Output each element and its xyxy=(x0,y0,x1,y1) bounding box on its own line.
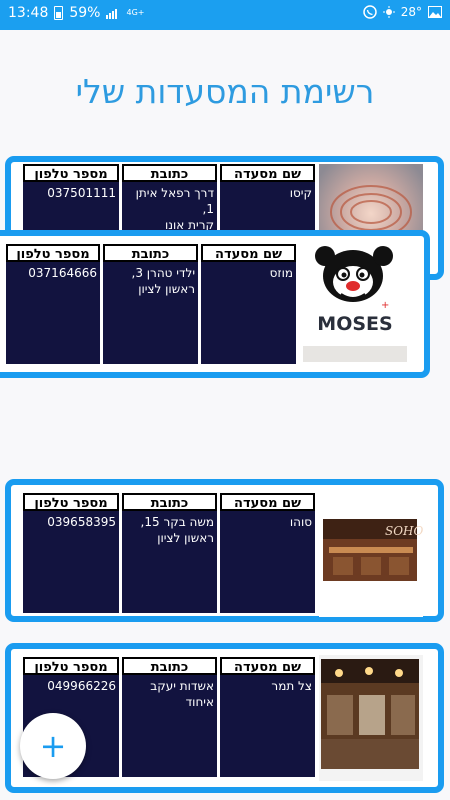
column-address: כתובת אשדות יעקב איחוד xyxy=(122,657,217,777)
header-name: שם מסעדה xyxy=(220,493,315,511)
status-time: 13:48 xyxy=(8,5,49,21)
status-right: 28° xyxy=(362,5,442,19)
page-title: רשימת המסעדות שלי xyxy=(75,72,375,111)
restaurant-name: סוהו xyxy=(220,511,315,613)
header-address: כתובת xyxy=(122,657,217,675)
column-address: כתובת משה בקר 15, ראשון לציון xyxy=(122,493,217,613)
restaurant-card-soho[interactable]: SOHO שם מסעדה סוהו כתובת משה בקר 15, ראש… xyxy=(5,479,444,622)
restaurant-name: מוזס xyxy=(201,262,296,364)
restaurant-address: אשדות יעקב איחוד xyxy=(122,675,217,777)
header-phone: מספר טלפון xyxy=(23,493,119,511)
column-name: שם מסעדה מוזס xyxy=(201,244,296,364)
plus-icon: + xyxy=(39,727,67,765)
header-name: שם מסעדה xyxy=(201,244,296,262)
column-address: כתובת ילדי טהרן 3, ראשון לציון xyxy=(103,244,198,364)
status-bar: 13:48 59% 4G+ 28° xyxy=(0,0,450,30)
column-name: שם מסעדה צל תמר xyxy=(220,657,315,777)
restaurant-phone: 037164666 xyxy=(6,262,100,364)
header-address: כתובת xyxy=(122,164,217,182)
moses-logo-text: MOSES xyxy=(317,313,392,335)
status-battery: 59% xyxy=(69,5,101,21)
header-name: שם מסעדה xyxy=(220,164,315,182)
whatsapp-icon xyxy=(362,5,377,19)
header-phone: מספר טלפון xyxy=(23,164,119,182)
header-phone: מספר טלפון xyxy=(6,244,100,262)
add-restaurant-button[interactable]: + xyxy=(20,713,86,779)
header-name: שם מסעדה xyxy=(220,657,315,675)
header-address: כתובת xyxy=(103,244,198,262)
signal-icon xyxy=(106,9,118,19)
status-left: 13:48 59% 4G+ xyxy=(8,5,144,21)
header-phone: מספר טלפון xyxy=(23,657,119,675)
restaurant-address: ילדי טהרן 3, ראשון לציון xyxy=(103,262,198,364)
svg-text:+: + xyxy=(381,300,389,311)
restaurant-photo-soho: SOHO xyxy=(319,491,423,617)
battery-icon xyxy=(54,6,64,20)
weather-icon xyxy=(382,6,395,18)
restaurant-phone: 039658395 xyxy=(23,511,119,613)
column-phone: מספר טלפון 039658395 xyxy=(23,493,119,613)
restaurant-address: משה בקר 15, ראשון לציון xyxy=(122,511,217,613)
restaurant-name: צל תמר xyxy=(220,675,315,777)
status-network: 4G+ xyxy=(126,8,145,17)
restaurant-card-moses[interactable]: MOSES + שם מסעדה מוזס כתובת ילדי טהרן 3,… xyxy=(0,230,430,378)
restaurant-photo-moses: MOSES + xyxy=(303,242,407,362)
restaurant-photo-tzel-tamar xyxy=(319,655,423,781)
image-icon xyxy=(428,6,442,18)
header-address: כתובת xyxy=(122,493,217,511)
column-phone: מספר טלפון 037164666 xyxy=(6,244,100,364)
status-temperature: 28° xyxy=(400,5,422,19)
column-name: שם מסעדה סוהו xyxy=(220,493,315,613)
soho-logo-text: SOHO xyxy=(385,524,423,538)
